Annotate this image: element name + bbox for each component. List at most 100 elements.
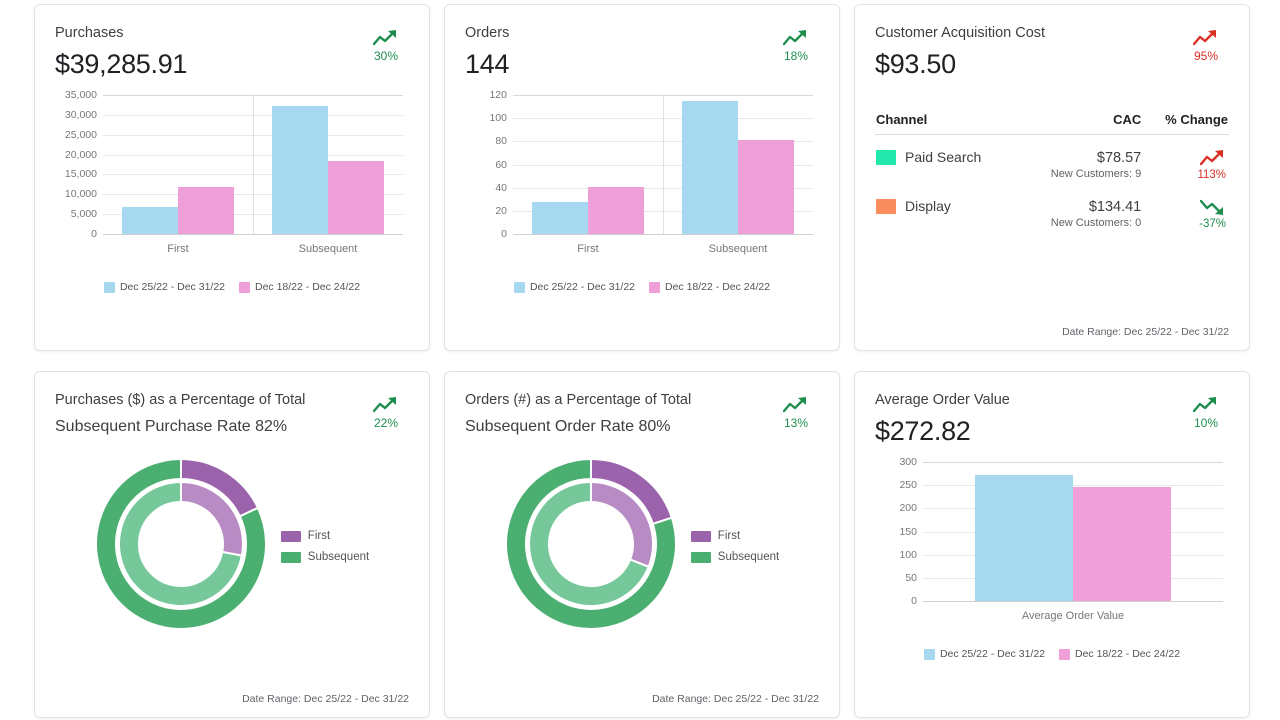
trend-up-icon <box>783 29 809 47</box>
trend-indicator: 13% <box>773 396 819 430</box>
bar[interactable] <box>738 140 794 234</box>
y-axis-tick: 200 <box>899 502 917 514</box>
legend-label: Dec 18/22 - Dec 24/22 <box>665 281 770 293</box>
bar-group <box>513 95 663 234</box>
bar-group <box>663 95 813 234</box>
chart-plot-area: 050100150200250300 <box>923 462 1223 602</box>
legend-item[interactable]: Subsequent <box>281 551 369 563</box>
trend-indicator: 22% <box>363 396 409 430</box>
metric-subtitle: Subsequent Purchase Rate 82% <box>55 414 409 440</box>
table-row[interactable]: Paid Search$78.57New Customers: 9113% <box>875 135 1229 185</box>
bar[interactable] <box>328 161 384 234</box>
donut-svg-container <box>505 458 677 635</box>
y-axis-tick: 15,000 <box>65 168 97 180</box>
table-row[interactable]: Display$134.41New Customers: 0-37% <box>875 184 1229 233</box>
y-axis-tick: 0 <box>911 595 917 607</box>
legend-swatch-icon <box>104 282 115 293</box>
chart-x-axis: FirstSubsequent <box>103 243 403 255</box>
bar[interactable] <box>975 475 1073 601</box>
aov-bar-chart: 050100150200250300 Average Order Value D… <box>875 462 1229 660</box>
legend-item[interactable]: Dec 18/22 - Dec 24/22 <box>649 281 770 293</box>
x-axis-label: First <box>103 243 253 255</box>
cac-table: Channel CAC % Change Paid Search$78.57Ne… <box>875 111 1229 233</box>
bar[interactable] <box>588 187 644 234</box>
table-header: Channel CAC % Change <box>875 111 1229 135</box>
y-axis-tick: 120 <box>489 89 507 101</box>
chart-legend: First Subsequent <box>691 530 779 563</box>
purchases-bar-chart: 05,00010,00015,00020,00025,00030,00035,0… <box>55 95 409 293</box>
legend-item[interactable]: Dec 25/22 - Dec 31/22 <box>514 281 635 293</box>
trend-up-icon <box>1200 149 1226 167</box>
y-axis-tick: 250 <box>899 479 917 491</box>
y-axis-tick: 300 <box>899 456 917 468</box>
dashboard-grid: Purchases $39,285.91 30% 05,00010,00015,… <box>0 0 1280 720</box>
new-customers-count: New Customers: 9 <box>1020 167 1142 182</box>
table-body: Paid Search$78.57New Customers: 9113%Dis… <box>875 135 1229 234</box>
legend-label: First <box>308 530 330 542</box>
legend-item[interactable]: Subsequent <box>691 551 779 563</box>
bar[interactable] <box>682 101 738 234</box>
legend-label: First <box>718 530 740 542</box>
trend-percent: 30% <box>363 49 409 63</box>
bar[interactable] <box>1073 487 1171 601</box>
trend-indicator: 10% <box>1183 396 1229 430</box>
card-orders: Orders 144 18% 020406080100120 FirstSubs… <box>444 4 840 351</box>
bar[interactable] <box>532 202 588 234</box>
orders-donut-chart: First Subsequent <box>465 454 819 639</box>
legend-swatch-icon <box>691 531 711 542</box>
y-axis-tick: 0 <box>501 228 507 240</box>
trend-down-icon <box>1200 198 1226 216</box>
card-customer-acquisition-cost: Customer Acquisition Cost $93.50 95% Cha… <box>854 4 1250 351</box>
bar-groups <box>103 95 403 234</box>
date-range-label: Date Range: Dec 25/22 - Dec 31/22 <box>1062 326 1229 338</box>
bar-groups <box>513 95 813 234</box>
y-axis-tick: 35,000 <box>65 89 97 101</box>
bar[interactable] <box>122 207 178 234</box>
legend-item[interactable]: Dec 18/22 - Dec 24/22 <box>239 281 360 293</box>
page-title: Customer Acquisition Cost <box>875 23 1229 43</box>
trend-up-icon <box>783 396 809 414</box>
card-purchases: Purchases $39,285.91 30% 05,00010,00015,… <box>34 4 430 351</box>
cell-cac: $134.41New Customers: 0 <box>1019 184 1143 233</box>
bar-group <box>923 462 1223 601</box>
y-axis-tick: 100 <box>899 549 917 561</box>
legend-item[interactable]: First <box>281 530 369 542</box>
legend-item[interactable]: Dec 25/22 - Dec 31/22 <box>104 281 225 293</box>
legend-label: Dec 25/22 - Dec 31/22 <box>120 281 225 293</box>
trend-percent: 95% <box>1183 49 1229 63</box>
x-axis-label: Subsequent <box>663 243 813 255</box>
legend-item[interactable]: Dec 18/22 - Dec 24/22 <box>1059 648 1180 660</box>
card-header: Average Order Value $272.82 10% <box>875 390 1229 448</box>
new-customers-count: New Customers: 0 <box>1020 216 1142 231</box>
column-header-cac: CAC <box>1019 111 1143 135</box>
bar[interactable] <box>272 106 328 234</box>
x-axis-label: Subsequent <box>253 243 403 255</box>
legend-item[interactable]: Dec 25/22 - Dec 31/22 <box>924 648 1045 660</box>
trend-percent: 13% <box>773 416 819 430</box>
orders-bar-chart: 020406080100120 FirstSubsequent Dec 25/2… <box>465 95 819 293</box>
legend-swatch-icon <box>924 649 935 660</box>
legend-label: Dec 18/22 - Dec 24/22 <box>255 281 360 293</box>
date-range-label: Date Range: Dec 25/22 - Dec 31/22 <box>652 693 819 705</box>
card-purchases-percentage: Purchases ($) as a Percentage of Total S… <box>34 371 430 718</box>
page-title: Purchases ($) as a Percentage of Total <box>55 390 409 410</box>
bar[interactable] <box>178 187 234 234</box>
bar-groups <box>923 462 1223 601</box>
trend-percent: 18% <box>773 49 819 63</box>
trend-up-icon <box>1193 396 1219 414</box>
metric-value: $272.82 <box>875 414 1229 448</box>
y-axis-tick: 20,000 <box>65 149 97 161</box>
card-header: Purchases ($) as a Percentage of Total S… <box>55 390 409 440</box>
channel-name: Paid Search <box>905 149 981 165</box>
chart-legend: Dec 25/22 - Dec 31/22 Dec 18/22 - Dec 24/… <box>465 281 819 293</box>
cell-channel: Display <box>875 184 1019 233</box>
chart-legend: First Subsequent <box>281 530 369 563</box>
y-axis-tick: 10,000 <box>65 188 97 200</box>
trend-percent: 10% <box>1183 416 1229 430</box>
legend-swatch-icon <box>691 552 711 563</box>
legend-item[interactable]: First <box>691 530 779 542</box>
cell-change: 113% <box>1142 135 1229 185</box>
cac-amount: $134.41 <box>1020 198 1142 216</box>
legend-swatch-icon <box>1059 649 1070 660</box>
chart-legend: Dec 25/22 - Dec 31/22 Dec 18/22 - Dec 24/… <box>55 281 409 293</box>
